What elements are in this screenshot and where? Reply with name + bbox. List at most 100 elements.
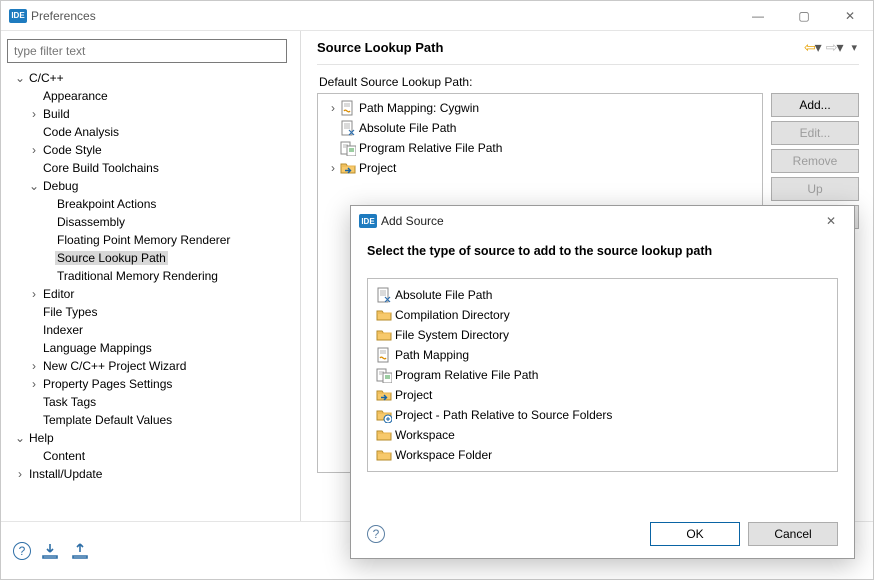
- list-label: File System Directory: [395, 328, 509, 342]
- list-item[interactable]: Path Mapping: [374, 345, 831, 365]
- add-button[interactable]: Add...: [771, 93, 859, 117]
- up-button[interactable]: Up: [771, 177, 859, 201]
- tree-label: Floating Point Memory Renderer: [55, 233, 232, 247]
- tree-label: Editor: [41, 287, 76, 301]
- list-item[interactable]: Absolute File Path: [374, 285, 831, 305]
- tree-item-file-types[interactable]: File Types: [7, 303, 290, 321]
- remove-button[interactable]: Remove: [771, 149, 859, 173]
- tree-label: Core Build Toolchains: [41, 161, 161, 175]
- help-icon[interactable]: ?: [13, 542, 31, 560]
- expand-icon[interactable]: ›: [326, 161, 340, 175]
- forward-menu-icon[interactable]: ▾: [836, 39, 843, 56]
- list-item[interactable]: Project - Path Relative to Source Folder…: [374, 405, 831, 425]
- folder-icon: [376, 427, 392, 443]
- list-item[interactable]: File System Directory: [374, 325, 831, 345]
- collapse-icon[interactable]: ⌄: [27, 179, 41, 193]
- list-item[interactable]: Workspace: [374, 425, 831, 445]
- tree-item-trad-renderer[interactable]: Traditional Memory Rendering: [7, 267, 290, 285]
- list-item[interactable]: ›Project: [322, 158, 758, 178]
- folder-icon: [376, 307, 392, 323]
- tree-label: Disassembly: [55, 215, 127, 229]
- list-label: Path Mapping: Cygwin: [359, 101, 479, 115]
- expand-icon[interactable]: ›: [27, 107, 41, 121]
- tree-item-help[interactable]: ⌄Help: [7, 429, 290, 447]
- tree-item-template-defaults[interactable]: Template Default Values: [7, 411, 290, 429]
- list-label: Program Relative File Path: [395, 368, 538, 382]
- expand-icon[interactable]: ›: [27, 377, 41, 391]
- cancel-button[interactable]: Cancel: [748, 522, 838, 546]
- expand-icon[interactable]: ›: [326, 101, 340, 115]
- tree-item-code-style[interactable]: ›Code Style: [7, 141, 290, 159]
- list-item[interactable]: Program Relative File Path: [322, 138, 758, 158]
- tree-item-build[interactable]: ›Build: [7, 105, 290, 123]
- export-icon[interactable]: [71, 542, 91, 560]
- group-label: Default Source Lookup Path:: [319, 75, 859, 89]
- view-menu-icon[interactable]: ▾: [851, 41, 857, 54]
- tree-item-task-tags[interactable]: Task Tags: [7, 393, 290, 411]
- expand-icon[interactable]: ›: [27, 143, 41, 157]
- tree-label: Property Pages Settings: [41, 377, 174, 391]
- tree-item-debug[interactable]: ⌄Debug: [7, 177, 290, 195]
- list-label: Absolute File Path: [359, 121, 456, 135]
- dialog-titlebar[interactable]: IDE Add Source ✕: [351, 206, 854, 236]
- collapse-icon[interactable]: ⌄: [13, 71, 27, 85]
- expand-icon[interactable]: ›: [13, 467, 27, 481]
- preferences-tree[interactable]: ⌄C/C++ Appearance ›Build Code Analysis ›…: [7, 69, 294, 513]
- back-menu-icon[interactable]: ▾: [815, 39, 822, 56]
- dialog-footer: ? OK Cancel: [351, 510, 854, 558]
- page-nav: ⇦▾ ⇨▾ ▾: [804, 39, 859, 56]
- tree-item-disassembly[interactable]: Disassembly: [7, 213, 290, 231]
- folder-icon: [376, 327, 392, 343]
- tree-item-ccpp[interactable]: ⌄C/C++: [7, 69, 290, 87]
- tree-item-source-lookup[interactable]: Source Lookup Path: [7, 249, 290, 267]
- ok-button[interactable]: OK: [650, 522, 740, 546]
- dialog-heading: Select the type of source to add to the …: [367, 244, 838, 258]
- preferences-sidebar: ⌄C/C++ Appearance ›Build Code Analysis ›…: [1, 31, 301, 521]
- edit-button[interactable]: Edit...: [771, 121, 859, 145]
- tree-item-code-analysis[interactable]: Code Analysis: [7, 123, 290, 141]
- tree-item-content[interactable]: Content: [7, 447, 290, 465]
- tree-item-indexer[interactable]: Indexer: [7, 321, 290, 339]
- tree-label: C/C++: [27, 71, 66, 85]
- filter-input[interactable]: [7, 39, 287, 63]
- tree-label: Breakpoint Actions: [55, 197, 158, 211]
- tree-label: Code Style: [41, 143, 104, 157]
- project-icon: [340, 160, 356, 176]
- tree-item-fp-renderer[interactable]: Floating Point Memory Renderer: [7, 231, 290, 249]
- tree-label: Help: [27, 431, 56, 445]
- window-title: Preferences: [31, 9, 735, 23]
- tree-item-lang-mappings[interactable]: Language Mappings: [7, 339, 290, 357]
- dialog-close-button[interactable]: ✕: [808, 206, 854, 236]
- list-label: Compilation Directory: [395, 308, 510, 322]
- list-item[interactable]: Program Relative File Path: [374, 365, 831, 385]
- import-icon[interactable]: [41, 542, 61, 560]
- minimize-button[interactable]: —: [735, 1, 781, 30]
- list-label: Absolute File Path: [395, 288, 492, 302]
- tree-item-editor[interactable]: ›Editor: [7, 285, 290, 303]
- program-relative-icon: [376, 367, 392, 383]
- tree-item-prop-pages[interactable]: ›Property Pages Settings: [7, 375, 290, 393]
- tree-item-breakpoint-actions[interactable]: Breakpoint Actions: [7, 195, 290, 213]
- expand-icon[interactable]: ›: [27, 287, 41, 301]
- list-item[interactable]: Compilation Directory: [374, 305, 831, 325]
- list-label: Program Relative File Path: [359, 141, 502, 155]
- tree-item-core-build[interactable]: Core Build Toolchains: [7, 159, 290, 177]
- titlebar[interactable]: IDE Preferences — ▢ ✕: [1, 1, 873, 31]
- expand-icon[interactable]: ›: [27, 359, 41, 373]
- app-icon: IDE: [359, 214, 377, 228]
- list-item[interactable]: Project: [374, 385, 831, 405]
- tree-label: Appearance: [41, 89, 110, 103]
- tree-item-install-update[interactable]: ›Install/Update: [7, 465, 290, 483]
- path-mapping-icon: [340, 100, 356, 116]
- collapse-icon[interactable]: ⌄: [13, 431, 27, 445]
- source-type-list[interactable]: Absolute File Path Compilation Directory…: [367, 278, 838, 472]
- list-item[interactable]: › Path Mapping: Cygwin: [322, 98, 758, 118]
- list-item[interactable]: Workspace Folder: [374, 445, 831, 465]
- tree-label: Build: [41, 107, 72, 121]
- tree-item-appearance[interactable]: Appearance: [7, 87, 290, 105]
- tree-item-new-proj-wizard[interactable]: ›New C/C++ Project Wizard: [7, 357, 290, 375]
- maximize-button[interactable]: ▢: [781, 1, 827, 30]
- close-button[interactable]: ✕: [827, 1, 873, 30]
- list-item[interactable]: Absolute File Path: [322, 118, 758, 138]
- help-icon[interactable]: ?: [367, 525, 385, 543]
